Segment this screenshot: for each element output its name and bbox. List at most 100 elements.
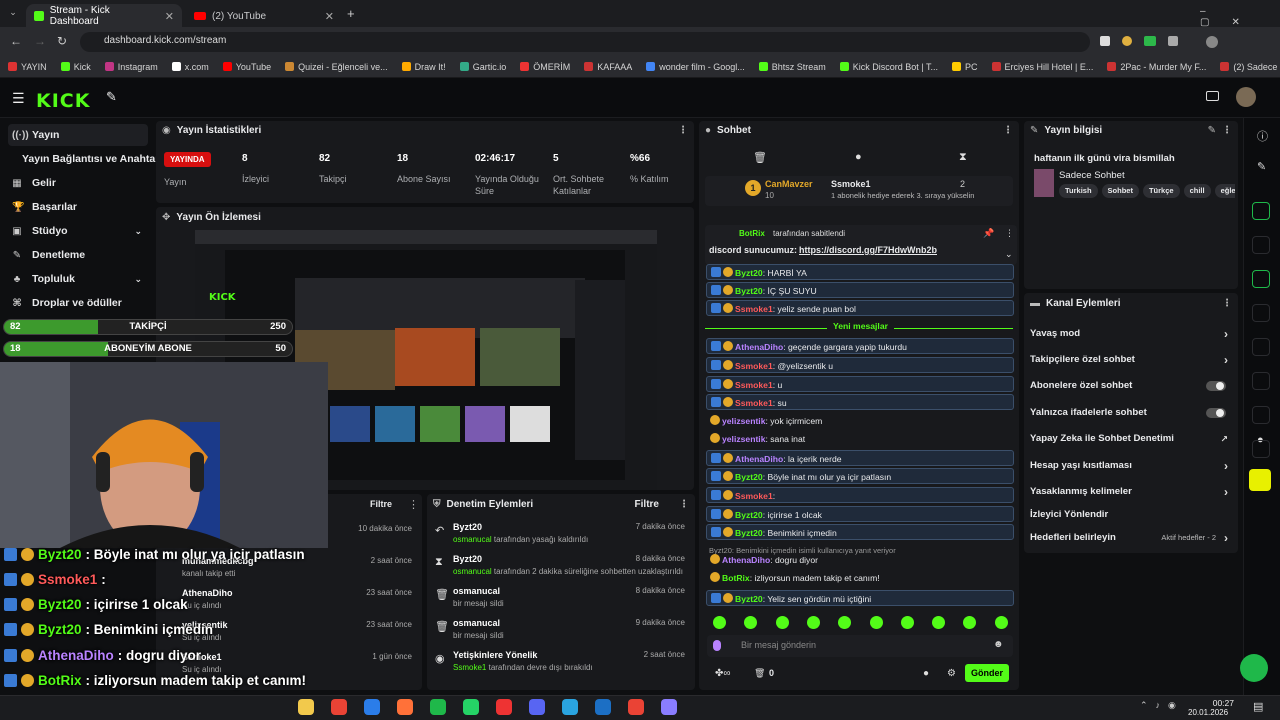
address-bar[interactable]: dashboard.kick.com/stream [80, 32, 1090, 52]
gear-icon[interactable]: ⚙ [947, 668, 956, 679]
rail-tool-icon[interactable] [1252, 406, 1270, 424]
chat-username[interactable]: Byzt20 [735, 268, 763, 278]
taskbar-app-icon[interactable] [364, 699, 380, 715]
more-options-icon[interactable]: ⋮ [1005, 228, 1014, 239]
rail-tool-icon[interactable] [1252, 372, 1270, 390]
emote-icon[interactable] [775, 616, 789, 629]
stream-tag[interactable]: Türkçe [1142, 184, 1180, 198]
chat-username[interactable]: Ssmoke1 [735, 361, 773, 371]
chat-message[interactable]: Byzt20: Böyle inat mı olur ya içir patla… [706, 468, 1014, 484]
chevron-down-icon[interactable]: ⌄ [1005, 249, 1013, 260]
taskbar-app-icon[interactable] [496, 699, 512, 715]
bookmark-item[interactable]: Kick [60, 62, 91, 72]
chevron-down-icon[interactable]: ⌄ [134, 226, 142, 237]
taskbar-app-icon[interactable] [397, 699, 413, 715]
taskbar-app-icon[interactable] [430, 699, 446, 715]
sidebar-item-6[interactable]: ♣ Topluluk ⌄ [8, 268, 148, 290]
emote-icon[interactable] [932, 616, 946, 629]
extension-icon[interactable] [1100, 36, 1110, 46]
bookmark-item[interactable]: Bhtsz Stream [758, 62, 826, 72]
chat-username[interactable]: Byzt20 [735, 472, 763, 482]
rail-tool-icon[interactable] [1252, 236, 1270, 254]
chevron-right-icon[interactable]: › [1224, 351, 1228, 369]
sidebar-item-7[interactable]: ⌘ Droplar ve ödüller [8, 292, 148, 314]
back-icon[interactable]: ← [10, 34, 22, 48]
rail-tool-icon[interactable] [1252, 304, 1270, 322]
chat-message[interactable]: Ssmoke1: u [706, 376, 1014, 392]
clock-date[interactable]: 20.01.2026 [1188, 708, 1228, 717]
chat-username[interactable]: Ssmoke1 [735, 398, 773, 408]
chat-emote-icon[interactable]: ● [923, 668, 929, 679]
reload-icon[interactable]: ↻ [57, 34, 67, 48]
tab-youtube[interactable]: (2) YouTube ✕ [186, 4, 342, 28]
chat-message[interactable]: Byzt20: Benimkini içmedin [706, 524, 1014, 540]
bookmark-item[interactable]: Erciyes Hill Hotel | E... [991, 62, 1093, 72]
chat-username[interactable]: Byzt20 [735, 594, 763, 604]
rail-tool-icon[interactable] [1252, 270, 1270, 288]
bookmark-item[interactable]: (2) Sadece Discord'a... [1220, 62, 1280, 72]
send-button[interactable]: Gönder [965, 664, 1009, 682]
more-options-icon[interactable]: ⋮ [678, 125, 688, 136]
extension-icon[interactable] [1144, 36, 1156, 46]
kick-logo[interactable]: KICK [36, 90, 90, 112]
more-options-icon[interactable]: ⋮ [1222, 125, 1232, 136]
taskbar-app-icon[interactable] [529, 699, 545, 715]
emote-icon[interactable] [713, 616, 726, 629]
bookmark-item[interactable]: 2Pac - Murder My F... [1107, 62, 1206, 72]
close-tab-icon[interactable]: ✕ [325, 10, 334, 23]
pin-icon[interactable]: 📌 [983, 228, 994, 239]
display-icon[interactable] [1206, 91, 1219, 101]
bookmark-item[interactable]: x.com [171, 62, 209, 72]
channel-action-item[interactable]: Takipçilere özel sohbet › [1030, 351, 1230, 369]
modlog-row[interactable]: ↶ Byzt20 osmanucal tarafından yasağı kaldı… [427, 520, 695, 552]
top-gifter-name[interactable]: CanMavzer [765, 179, 813, 189]
chevron-right-icon[interactable]: › [1224, 457, 1228, 475]
bookmark-item[interactable]: Instagram [104, 62, 158, 72]
chat-message[interactable]: yelizsentik: sana inat [706, 431, 1014, 447]
bookmark-item[interactable]: Draw It! [401, 62, 446, 72]
chat-username[interactable]: Byzt20 [735, 528, 763, 538]
sidebar-item-0[interactable]: ((·)) Yayın [8, 124, 148, 146]
bookmark-item[interactable]: ÖMERİM [520, 62, 570, 72]
category-name[interactable]: Sadece Sohbet [1059, 170, 1125, 181]
tab-search-icon[interactable]: ⌄ [6, 7, 20, 21]
channel-action-item[interactable]: Yavaş mod › [1030, 325, 1230, 343]
bookmark-item[interactable]: wonder film - Googl... [646, 62, 745, 72]
bookmark-item[interactable]: YAYIN [8, 62, 47, 72]
microphone-icon[interactable] [713, 640, 721, 651]
external-link-icon[interactable]: ↗ [1220, 430, 1228, 448]
user-avatar[interactable] [1236, 87, 1256, 107]
taskbar-app-icon[interactable] [463, 699, 479, 715]
taskbar-app-icon[interactable] [628, 699, 644, 715]
chat-message[interactable]: BotRix: izliyorsun madem takip et canım! [706, 570, 1014, 586]
chat-message[interactable]: yelizsentik: yok içirmicem [706, 413, 1014, 429]
chat-username[interactable]: Byzt20 [735, 286, 763, 296]
chat-message[interactable]: Ssmoke1: yeliz sende puan bol [706, 300, 1014, 316]
stream-tag[interactable]: eğlen [1214, 184, 1235, 198]
chat-username[interactable]: Ssmoke1 [735, 380, 773, 390]
modlog-row[interactable]: 🗑 osmanucal bir mesajı sildi 8 dakika önce [427, 584, 695, 616]
chat-message[interactable]: Byzt20: içirirse 1 olcak [706, 506, 1014, 522]
channel-action-item[interactable]: Yasaklanmış kelimeler › [1030, 483, 1230, 501]
more-options-icon[interactable]: ⋮ [679, 499, 689, 510]
edit-icon[interactable]: ✎ [1208, 125, 1216, 136]
emoji-icon[interactable]: ☻ [993, 639, 1004, 650]
chat-username[interactable]: AthenaDiho [722, 555, 770, 565]
taskbar-app-icon[interactable] [331, 699, 347, 715]
more-options-icon[interactable]: ⋮ [1003, 125, 1013, 136]
chevron-down-icon[interactable]: ⌄ [134, 274, 142, 285]
chevron-right-icon[interactable]: › [1224, 325, 1228, 343]
modlog-row[interactable]: ◉ Yetişkinlere Yönelik Ssmoke1 tarafından … [427, 648, 695, 680]
chat-username[interactable]: yelizsentik [722, 434, 765, 444]
modlog-actor[interactable]: osmanucal [453, 567, 492, 576]
help-chat-button[interactable] [1240, 654, 1268, 682]
rail-tool-icon[interactable] [1252, 440, 1270, 458]
chat-message[interactable]: AthenaDiho: dogru diyor [706, 552, 1014, 568]
new-tab-icon[interactable]: + [347, 6, 355, 21]
forward-icon[interactable]: → [34, 34, 46, 48]
menu-icon[interactable]: ☰ [12, 90, 25, 107]
sidebar-item-5[interactable]: ✎ Denetleme [8, 244, 148, 266]
toggle-switch[interactable] [1206, 408, 1226, 418]
info-icon[interactable]: ⓘ [1257, 128, 1268, 144]
emote-icon[interactable] [900, 616, 914, 629]
